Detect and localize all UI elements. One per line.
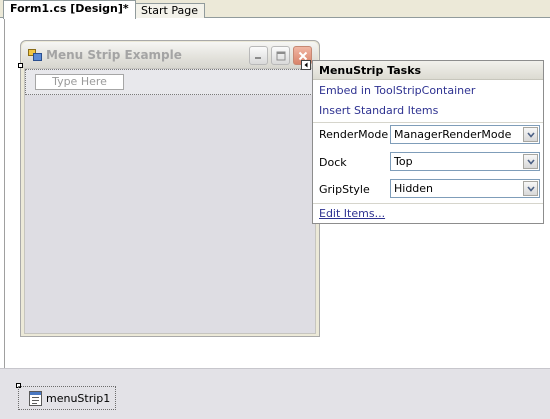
tray-item-label: menuStrip1 bbox=[46, 391, 111, 405]
menustrip-type-here-input[interactable]: Type Here bbox=[35, 74, 124, 90]
dock-label: Dock bbox=[319, 156, 347, 169]
gripstyle-dropdown-button[interactable] bbox=[523, 181, 538, 196]
smart-tag-button[interactable] bbox=[301, 60, 311, 70]
rendermode-dropdown[interactable]: ManagerRenderMode bbox=[390, 125, 540, 144]
form-app-icon bbox=[28, 49, 42, 61]
gripstyle-value: Hidden bbox=[394, 182, 434, 195]
menustrip-tasks-panel: MenuStrip Tasks Embed in ToolStripContai… bbox=[312, 60, 544, 224]
tasks-separator bbox=[313, 122, 543, 123]
menustrip-control[interactable]: Type Here bbox=[25, 69, 315, 95]
edit-items-link[interactable]: Edit Items... bbox=[319, 207, 385, 220]
gripstyle-dropdown[interactable]: Hidden bbox=[390, 179, 540, 198]
minimize-button[interactable] bbox=[249, 46, 268, 65]
chevron-down-icon bbox=[526, 185, 535, 192]
rendermode-dropdown-button[interactable] bbox=[523, 127, 538, 142]
maximize-icon bbox=[276, 51, 285, 60]
dock-dropdown[interactable]: Top bbox=[390, 152, 540, 171]
chevron-down-icon bbox=[526, 131, 535, 138]
menustrip-component-icon bbox=[29, 390, 42, 406]
tasks-separator bbox=[313, 203, 543, 204]
close-icon bbox=[298, 51, 307, 60]
selection-grab-handle[interactable] bbox=[18, 63, 23, 68]
tab-start-page[interactable]: Start Page bbox=[134, 3, 205, 18]
dock-value: Top bbox=[394, 155, 413, 168]
dock-dropdown-button[interactable] bbox=[523, 154, 538, 169]
gripstyle-label: GripStyle bbox=[319, 183, 370, 196]
component-tray[interactable]: menuStrip1 bbox=[0, 368, 550, 419]
insert-standard-items-link[interactable]: Insert Standard Items bbox=[319, 104, 438, 117]
document-tab-strip: Form1.cs [Design]* Start Page bbox=[0, 0, 550, 19]
tasks-panel-title: MenuStrip Tasks bbox=[313, 61, 543, 80]
form-title: Menu Strip Example bbox=[46, 48, 182, 62]
chevron-left-icon bbox=[304, 62, 308, 68]
rendermode-label: RenderMode bbox=[319, 128, 389, 141]
chevron-down-icon bbox=[526, 158, 535, 165]
embed-in-toolstripcontainer-link[interactable]: Embed in ToolStripContainer bbox=[319, 84, 475, 97]
maximize-button[interactable] bbox=[271, 46, 290, 65]
tab-form1-design[interactable]: Form1.cs [Design]* bbox=[3, 0, 136, 19]
rendermode-value: ManagerRenderMode bbox=[394, 128, 512, 141]
tray-item-menustrip1[interactable]: menuStrip1 bbox=[18, 386, 116, 410]
form-client-area[interactable]: Type Here bbox=[24, 68, 316, 334]
form-titlebar[interactable]: Menu Strip Example bbox=[22, 42, 318, 68]
minimize-icon bbox=[255, 57, 261, 59]
designer-form[interactable]: Menu Strip Example Type Here bbox=[20, 40, 320, 337]
